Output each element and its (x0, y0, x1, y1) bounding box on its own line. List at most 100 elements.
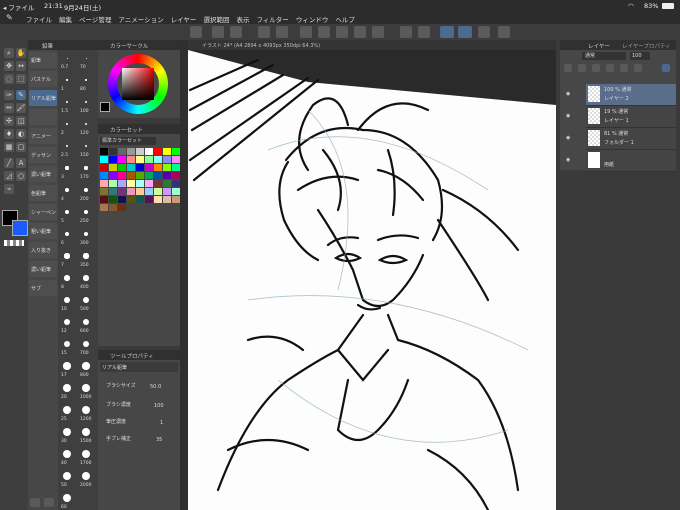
menu-item-8[interactable]: ウィンドウ (296, 16, 329, 24)
color-swatch[interactable] (127, 188, 135, 195)
menu-item-0[interactable]: ファイル (26, 16, 52, 24)
color-swatch[interactable] (172, 164, 180, 171)
brush-size-preset[interactable] (63, 384, 71, 392)
pressure-value[interactable]: 1 (160, 420, 163, 426)
brush-size-preset[interactable] (85, 79, 87, 81)
brush-size-preset[interactable] (85, 57, 87, 59)
menu-item-4[interactable]: レイヤー (171, 16, 197, 24)
airbrush-icon[interactable]: ✣ (4, 116, 14, 126)
sub-tool-item[interactable]: 粗い鉛筆 (29, 223, 57, 239)
palette-color-icon[interactable] (634, 64, 642, 72)
canvas-artwork[interactable] (188, 50, 556, 510)
save-icon[interactable] (230, 26, 242, 38)
invert-selection-icon[interactable] (354, 26, 366, 38)
brush-size-preset[interactable] (63, 450, 71, 458)
sub-tool-item[interactable]: パステル (29, 71, 57, 87)
color-swatch[interactable] (136, 156, 144, 163)
color-swatch[interactable] (100, 148, 108, 155)
brush-size-preset[interactable] (63, 428, 71, 436)
menu-item-9[interactable]: ヘルプ (335, 16, 355, 24)
brush-size-preset[interactable] (65, 122, 69, 126)
color-swatch[interactable] (100, 164, 108, 171)
color-swatch[interactable] (127, 180, 135, 187)
color-swatch[interactable] (118, 196, 126, 203)
transparent-color-swatch[interactable] (4, 240, 24, 246)
ruler-icon[interactable] (418, 26, 430, 38)
color-swatch[interactable] (163, 196, 171, 203)
color-swatch[interactable] (136, 148, 144, 155)
layer-row[interactable]: ◉ 81 % 通常 フォルダー 1 (566, 128, 676, 150)
brush-size-preset[interactable] (83, 297, 89, 303)
color-swatch[interactable] (172, 172, 180, 179)
color-swatch[interactable] (109, 164, 117, 171)
fill-bucket-icon[interactable]: ◐ (16, 129, 26, 139)
sub-tool-item[interactable]: 濃い鉛筆 (29, 166, 57, 182)
color-swatch[interactable] (100, 196, 108, 203)
menu-item-7[interactable]: フィルター (256, 16, 288, 24)
move-icon[interactable]: ✥ (4, 61, 14, 71)
color-swatch[interactable] (172, 188, 180, 195)
color-swatch[interactable] (145, 148, 153, 155)
menu-item-6[interactable]: 表示 (236, 16, 249, 24)
color-swatch[interactable] (109, 156, 117, 163)
color-swatch[interactable] (145, 180, 153, 187)
blend-mode-select[interactable]: 通常 (582, 52, 626, 60)
brush-icon[interactable]: 🖌 (16, 103, 26, 113)
color-swatch[interactable] (172, 156, 180, 163)
sub-tool-item[interactable]: アニメ一 (29, 128, 57, 144)
color-swatch[interactable] (109, 196, 117, 203)
layer-property-tab[interactable]: レイヤープロパティ (622, 42, 671, 50)
brush-size-preset[interactable] (63, 406, 71, 414)
color-swatch[interactable] (118, 156, 126, 163)
settings-icon[interactable] (498, 26, 510, 38)
color-swatch[interactable] (154, 148, 162, 155)
menu-item-5[interactable]: 選択範囲 (203, 16, 229, 24)
color-swatch[interactable] (136, 164, 144, 171)
pencil-icon[interactable]: ✏ (4, 103, 14, 113)
snap-ruler-icon[interactable] (440, 26, 454, 38)
snap-special-icon[interactable] (458, 26, 472, 38)
color-swatch[interactable] (109, 188, 117, 195)
layer-row[interactable]: ◉ 用紙 (566, 150, 676, 172)
visibility-eye-icon[interactable]: ◉ (566, 91, 570, 97)
visibility-eye-icon[interactable]: ◉ (566, 113, 570, 119)
home-icon[interactable] (190, 26, 202, 38)
color-swatch[interactable] (100, 188, 108, 195)
brush-size-preset[interactable] (64, 253, 70, 259)
mask-icon[interactable] (620, 64, 628, 72)
color-swatch[interactable] (100, 180, 108, 187)
color-swatch[interactable] (145, 164, 153, 171)
brush-size-preset[interactable] (64, 231, 70, 237)
draft-icon[interactable] (606, 64, 614, 72)
sub-tool-item[interactable]: サブ (29, 280, 57, 296)
color-swatch[interactable] (127, 164, 135, 171)
stabilization-value[interactable]: 35 (156, 437, 162, 443)
fill-icon[interactable] (400, 26, 412, 38)
color-swatch[interactable] (100, 204, 108, 211)
eyedropper-icon[interactable]: ✑ (4, 90, 14, 100)
brush-size-preset[interactable] (65, 144, 69, 148)
text-icon[interactable]: A (16, 158, 26, 168)
brush-size-preset[interactable] (83, 209, 89, 215)
brush-size-preset[interactable] (83, 231, 89, 237)
brush-size-preset[interactable] (65, 188, 69, 192)
menu-item-1[interactable]: 編集 (59, 16, 72, 24)
brush-size-preset[interactable] (82, 318, 90, 326)
hand-icon[interactable]: ✋ (16, 48, 26, 58)
transform-icon[interactable] (318, 26, 330, 38)
color-swatch[interactable] (136, 188, 144, 195)
panel-scrollbar[interactable] (180, 40, 188, 510)
color-swatch[interactable] (127, 196, 135, 203)
brush-size-preset[interactable] (83, 275, 89, 281)
sub-color-swatch[interactable] (12, 220, 28, 236)
clear-icon[interactable] (300, 26, 312, 38)
undo-icon[interactable] (258, 26, 270, 38)
correct-line-icon[interactable]: ⌁ (4, 184, 14, 194)
layer-row[interactable]: ◉ 100 % 通常 レイヤー 2 (566, 84, 676, 106)
color-swatch[interactable] (163, 164, 171, 171)
color-set-select[interactable]: 標準カラーセット (100, 137, 156, 145)
brush-size-preset[interactable] (66, 57, 68, 59)
redo-icon[interactable] (276, 26, 288, 38)
color-swatch[interactable] (154, 156, 162, 163)
zoom-icon[interactable]: ⌕ (4, 48, 14, 58)
